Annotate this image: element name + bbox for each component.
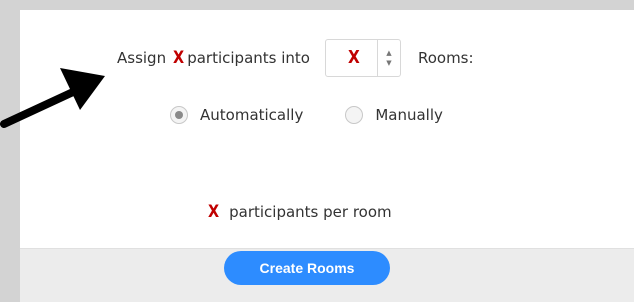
screen: Assign X participants into X ▲ ▼ Rooms: … (0, 0, 634, 302)
room-count-stepper[interactable]: X ▲ ▼ (324, 39, 401, 77)
assign-row: Assign X participants into X ▲ ▼ Rooms: (117, 38, 474, 78)
manual-radio-label[interactable]: Manually (375, 106, 443, 124)
rooms-label: Rooms: (417, 49, 474, 67)
caret-up-icon[interactable]: ▲ (386, 48, 391, 58)
manual-radio[interactable] (345, 106, 364, 124)
per-room-marker: X (207, 201, 220, 222)
per-room-label: participants per room (229, 203, 392, 221)
automatic-radio[interactable] (170, 106, 188, 124)
participant-count-marker: X (173, 47, 185, 68)
stepper-arrows: ▲ ▼ (376, 40, 400, 76)
caret-down-icon[interactable]: ▼ (386, 58, 391, 68)
room-count-marker: X (348, 47, 360, 68)
automatic-radio-label[interactable]: Automatically (200, 106, 303, 124)
assign-middle-text: participants into (187, 49, 310, 67)
room-count-value[interactable]: X (326, 49, 382, 67)
assign-prefix: Assign (117, 49, 167, 67)
radio-selected-dot (175, 111, 183, 119)
assignment-mode-options: Automatically Manually (170, 106, 443, 124)
participants-per-room: X participants per room (207, 203, 392, 221)
create-rooms-button[interactable]: Create Rooms (224, 251, 390, 285)
